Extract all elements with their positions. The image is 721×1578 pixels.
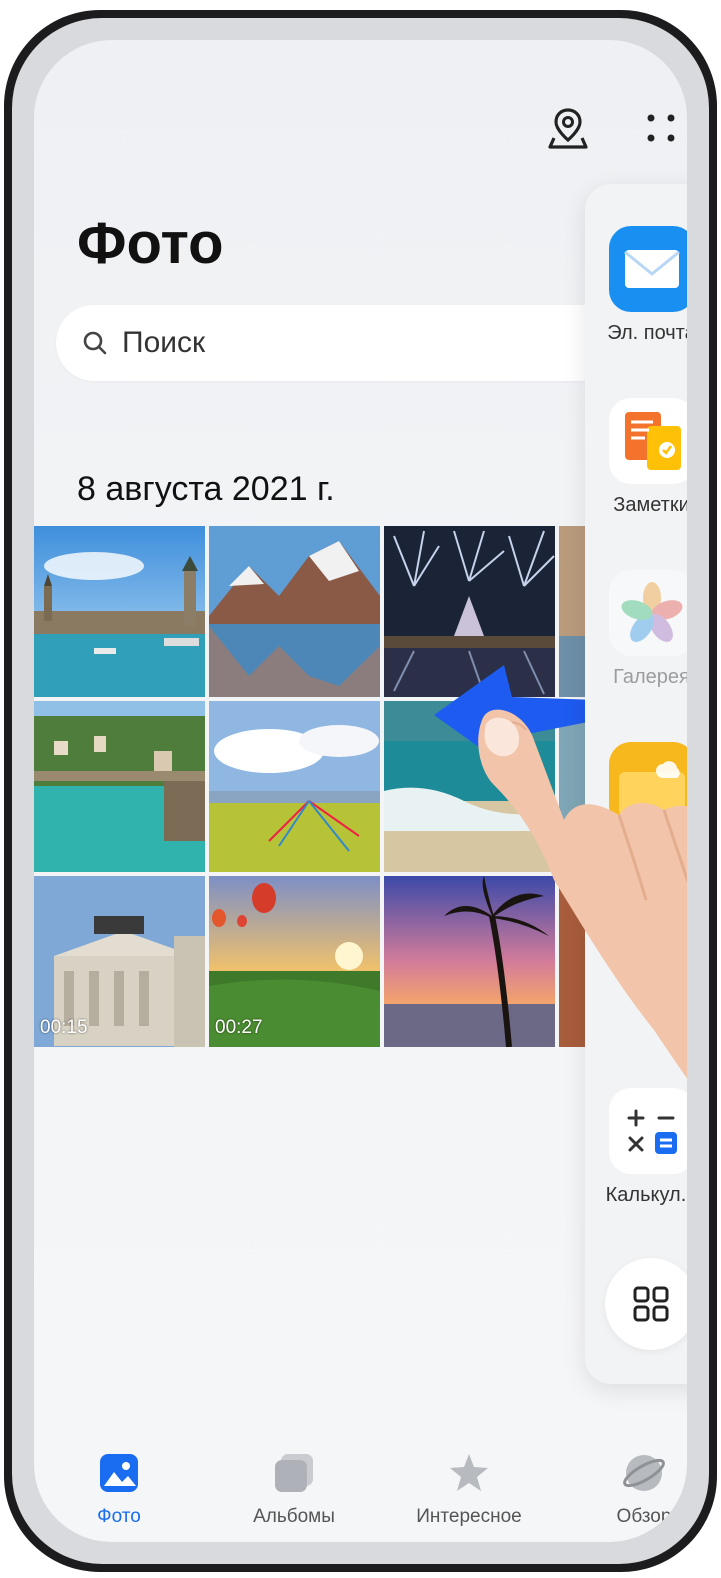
tab-label: Обзор (616, 1506, 672, 1527)
tab-photos[interactable]: Фото (44, 1450, 194, 1528)
phone-frame: Фото Поиск 8 августа 2021 г. 00:15 00:27… (4, 10, 717, 1572)
dock-item-gallery[interactable]: Галерея (585, 570, 687, 689)
discover-icon (569, 1450, 687, 1496)
video-thumbnail[interactable]: 00:27 (209, 876, 380, 1047)
dock-label: Эл. почта (607, 322, 687, 344)
gallery-icon (608, 570, 687, 656)
tab-interesting[interactable]: Интересное (394, 1450, 544, 1528)
dock-more-button[interactable] (605, 1258, 687, 1350)
notes-icon (608, 398, 687, 484)
tab-label: Фото (97, 1506, 141, 1527)
dock-item-calculator[interactable]: Калькул. . (585, 1088, 687, 1207)
dock-item-notes[interactable]: Заметки (585, 398, 687, 517)
phone-bezel: Фото Поиск 8 августа 2021 г. 00:15 00:27… (12, 18, 709, 1564)
video-duration: 00:27 (215, 1017, 263, 1038)
dock-item-mail[interactable]: Эл. почта (585, 226, 687, 345)
side-dock: Эл. почта Заметки Галерея Калькул. (585, 184, 687, 1384)
photo-thumbnail[interactable] (34, 526, 205, 697)
video-duration: 00:15 (40, 1017, 88, 1038)
page-title: Фото (77, 211, 224, 276)
files-icon (608, 742, 687, 828)
photo-thumbnail[interactable] (34, 701, 205, 872)
tab-albums[interactable]: Альбомы (219, 1450, 369, 1528)
tab-label: Альбомы (253, 1506, 335, 1527)
photo-thumbnail[interactable] (384, 876, 555, 1047)
tab-discover[interactable]: Обзор (569, 1450, 687, 1528)
dock-label: Заметки (613, 494, 687, 516)
dock-label: Галерея (613, 666, 687, 688)
video-thumbnail[interactable]: 00:15 (34, 876, 205, 1047)
search-placeholder: Поиск (122, 326, 206, 359)
albums-icon (219, 1450, 369, 1496)
photo-icon (44, 1450, 194, 1496)
search-input[interactable]: Поиск (56, 305, 656, 381)
dock-item-files[interactable] (585, 742, 687, 828)
bottom-tab-bar: Фото Альбомы Интересное Обзор (34, 1450, 687, 1542)
calculator-icon (608, 1088, 687, 1174)
more-options-icon[interactable] (639, 106, 683, 150)
grid-icon (631, 1284, 671, 1324)
mail-icon (608, 226, 687, 312)
screen: Фото Поиск 8 августа 2021 г. 00:15 00:27… (34, 40, 687, 1542)
star-icon (394, 1450, 544, 1496)
photo-thumbnail[interactable] (209, 526, 380, 697)
section-date: 8 августа 2021 г. (77, 470, 335, 508)
tab-label: Интересное (416, 1506, 522, 1527)
map-pin-icon[interactable] (546, 106, 590, 150)
search-icon (82, 330, 108, 356)
photo-thumbnail[interactable] (209, 701, 380, 872)
dock-label: Калькул. . (605, 1184, 687, 1206)
